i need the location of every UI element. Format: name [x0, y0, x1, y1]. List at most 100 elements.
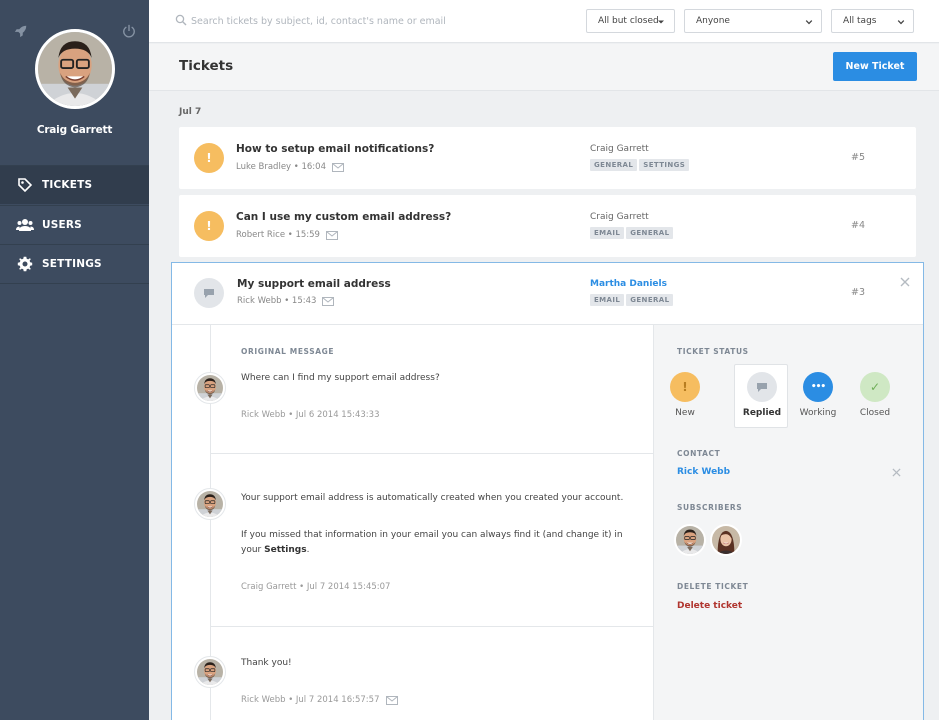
- delete-ticket-label: DELETE TICKET: [677, 582, 749, 591]
- ticket-details-panel: TICKET STATUS ! New Replied ••• Working …: [653, 325, 923, 720]
- ticket-meta-text: Luke Bradley • 16:04: [236, 162, 326, 172]
- chevron-down-icon: [897, 20, 905, 25]
- ticket-meta-text: Robert Rice • 15:59: [236, 230, 320, 240]
- sidebar-item-label: SETTINGS: [42, 258, 102, 270]
- avatar[interactable]: [194, 656, 226, 688]
- avatar[interactable]: [194, 488, 226, 520]
- ticket-number: #5: [851, 152, 866, 163]
- power-icon[interactable]: [122, 24, 136, 38]
- message-divider: [210, 453, 653, 454]
- rocket-icon[interactable]: [14, 24, 28, 38]
- speech-bubble-icon: [194, 278, 224, 308]
- sidebar-item-users[interactable]: USERS: [0, 205, 149, 244]
- status-filter-value: All but closed: [598, 16, 659, 26]
- avatar[interactable]: [194, 372, 226, 404]
- original-message-label: ORIGINAL MESSAGE: [241, 347, 335, 356]
- status-new-icon: !: [194, 211, 224, 241]
- status-filter-select[interactable]: All but closed: [586, 9, 675, 33]
- ticket-status-label: TICKET STATUS: [677, 347, 749, 356]
- envelope-icon: [322, 296, 335, 306]
- tags-filter-select[interactable]: All tags: [831, 9, 914, 33]
- tags-filter-value: All tags: [843, 16, 877, 26]
- date-group-label: Jul 7: [179, 107, 202, 117]
- search-input[interactable]: [191, 11, 571, 31]
- status-label: Replied: [742, 408, 782, 418]
- sidebar-profile: Craig Garrett: [0, 0, 149, 165]
- ticket-assignee: Craig Garrett: [590, 144, 649, 154]
- message-text-part: .: [306, 545, 310, 555]
- check-icon: ✓: [860, 372, 890, 402]
- chevron-down-icon: [658, 20, 664, 24]
- ticket-tags: GENERAL SETTINGS: [590, 159, 690, 171]
- tag-badge[interactable]: GENERAL: [626, 294, 674, 306]
- search-icon: [175, 14, 187, 26]
- message-text: If you missed that information in your e…: [241, 528, 626, 558]
- contact-label: CONTACT: [677, 449, 721, 458]
- message-footer: Rick Webb • Jul 6 2014 15:43:33: [241, 410, 380, 420]
- subscribers-label: SUBSCRIBERS: [677, 503, 743, 512]
- conversation-thread: ORIGINAL MESSAGE Where can I find my sup…: [172, 325, 653, 720]
- settings-link[interactable]: Settings: [264, 545, 306, 555]
- ticket-title: Can I use my custom email address?: [236, 211, 452, 223]
- new-ticket-button[interactable]: New Ticket: [833, 52, 917, 81]
- delete-ticket-link[interactable]: Delete ticket: [677, 601, 742, 611]
- sidebar-item-label: TICKETS: [42, 179, 93, 191]
- ticket-row[interactable]: ! Can I use my custom email address? Rob…: [179, 195, 916, 257]
- ticket-row[interactable]: ! How to setup email notifications? Luke…: [179, 127, 916, 189]
- close-icon[interactable]: [892, 468, 901, 477]
- ellipsis-icon: •••: [803, 372, 833, 402]
- assignee-filter-select[interactable]: Anyone: [684, 9, 822, 33]
- chevron-down-icon: [805, 20, 813, 25]
- expanded-ticket-header[interactable]: My support email address Rick Webb • 15:…: [172, 263, 923, 325]
- sidebar-item-settings[interactable]: SETTINGS: [0, 244, 149, 283]
- speech-bubble-icon: [747, 372, 777, 402]
- avatar[interactable]: [710, 524, 742, 556]
- page-title: Tickets: [179, 58, 234, 74]
- envelope-icon: [332, 162, 344, 172]
- message-divider: [210, 626, 653, 627]
- ticket-assignee[interactable]: Martha Daniels: [590, 279, 667, 289]
- sidebar: Craig Garrett TICKETS USERS SETTINGS: [0, 0, 149, 720]
- envelope-icon: [385, 695, 398, 705]
- status-label: Working: [799, 408, 837, 418]
- status-option-replied[interactable]: Replied: [734, 364, 788, 428]
- envelope-icon: [325, 230, 338, 240]
- ticket-meta: Luke Bradley • 16:04: [236, 162, 344, 172]
- sidebar-divider: [0, 283, 149, 284]
- sidebar-item-label: USERS: [42, 219, 82, 231]
- gear-icon: [16, 255, 34, 273]
- status-label: New: [675, 408, 695, 418]
- message-text: Thank you!: [241, 658, 292, 668]
- avatar[interactable]: [35, 29, 115, 109]
- ticket-title: My support email address: [237, 278, 391, 290]
- ticket-tags: EMAIL GENERAL: [590, 227, 674, 239]
- users-icon: [16, 216, 34, 234]
- tag-icon: [16, 176, 34, 194]
- ticket-number: #3: [851, 287, 866, 298]
- status-option-closed[interactable]: ✓ Closed: [848, 365, 902, 429]
- user-name: Craig Garrett: [36, 124, 113, 136]
- expanded-ticket: My support email address Rick Webb • 15:…: [171, 262, 924, 720]
- exclamation-icon: !: [670, 372, 700, 402]
- ticket-number: #4: [851, 220, 866, 231]
- status-option-working[interactable]: ••• Working: [791, 365, 845, 429]
- ticket-meta: Robert Rice • 15:59: [236, 230, 338, 240]
- tag-badge[interactable]: SETTINGS: [639, 159, 690, 171]
- message-text: Your support email address is automatica…: [241, 493, 624, 503]
- ticket-tags: EMAIL GENERAL: [590, 294, 674, 306]
- close-icon[interactable]: [900, 277, 910, 287]
- tag-badge[interactable]: GENERAL: [626, 227, 674, 239]
- tag-badge[interactable]: EMAIL: [590, 294, 625, 306]
- tag-badge[interactable]: EMAIL: [590, 227, 625, 239]
- avatar[interactable]: [674, 524, 706, 556]
- ticket-meta: Rick Webb • 15:43: [237, 296, 335, 306]
- contact-name-link[interactable]: Rick Webb: [677, 467, 730, 477]
- sidebar-item-tickets[interactable]: TICKETS: [0, 165, 149, 204]
- status-option-new[interactable]: ! New: [658, 365, 712, 429]
- tag-badge[interactable]: GENERAL: [590, 159, 638, 171]
- assignee-filter-value: Anyone: [696, 16, 730, 26]
- ticket-assignee: Craig Garrett: [590, 212, 649, 222]
- status-label: Closed: [859, 408, 891, 418]
- message-footer: Craig Garrett • Jul 7 2014 15:45:07: [241, 582, 391, 592]
- page-header: Tickets New Ticket: [149, 44, 939, 91]
